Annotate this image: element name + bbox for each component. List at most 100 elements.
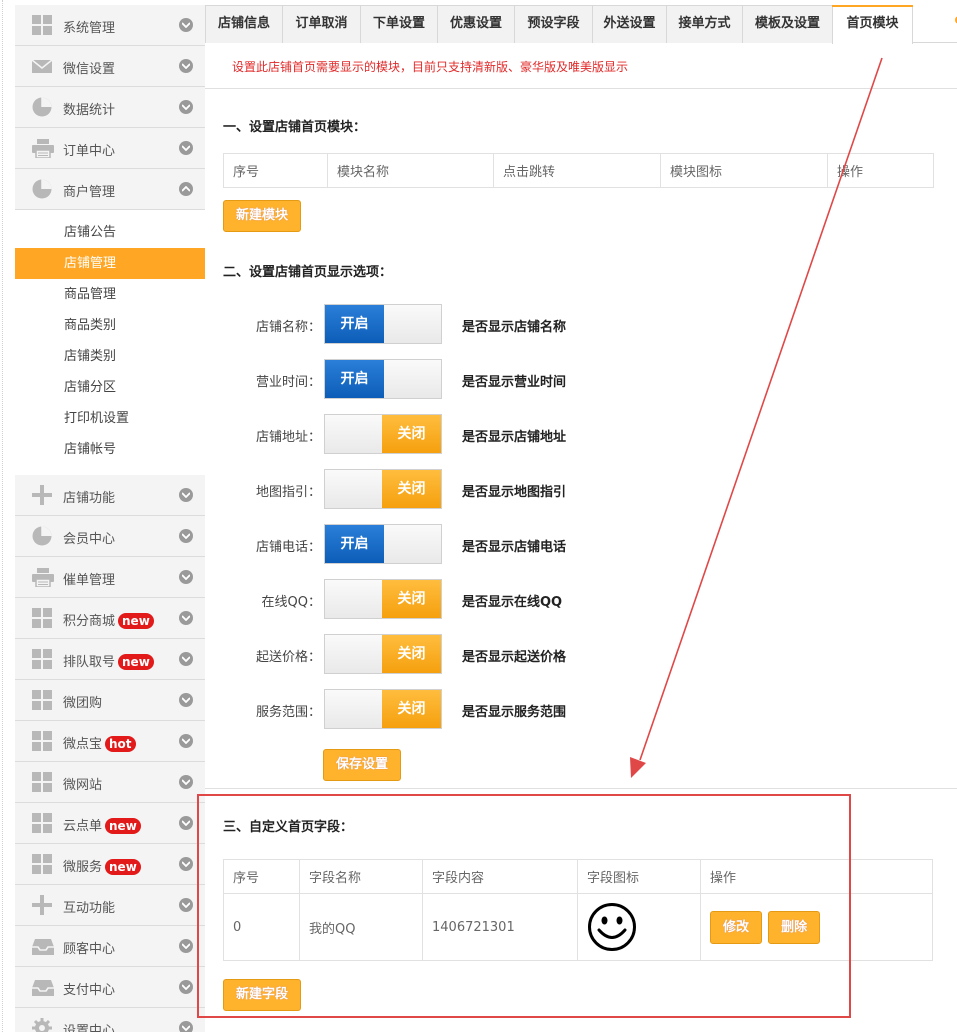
chevron-up-icon[interactable] — [179, 182, 193, 196]
submenu-item[interactable]: 店铺帐号 — [15, 434, 205, 465]
status-badge: new — [118, 654, 154, 670]
chevron-down-icon[interactable] — [179, 857, 193, 871]
section-title-display-options: 二、设置店铺首页显示选项： — [223, 265, 393, 280]
sidebar-item-text: 微服务 — [63, 860, 103, 875]
sidebar-item-text: 微点宝 — [63, 737, 103, 752]
submenu-item[interactable]: 店铺类别 — [15, 341, 205, 372]
tab[interactable]: 下单设置 — [360, 5, 438, 43]
sidebar-item-label: 系统管理 — [63, 17, 115, 36]
chevron-down-icon[interactable] — [179, 100, 193, 114]
option-row: 在线QQ： 关闭 是否显示在线QQ — [205, 579, 957, 619]
tab[interactable]: 店铺信息 — [205, 5, 283, 43]
sidebar-item[interactable]: 微团购 — [15, 680, 205, 721]
sidebar-item[interactable]: 顾客中心 — [15, 926, 205, 967]
sidebar-item-label: 排队取号 new — [63, 651, 154, 670]
sidebar-item-label: 数据统计 — [63, 99, 115, 118]
submenu-item[interactable]: 打印机设置 — [15, 403, 205, 434]
sidebar-item[interactable]: 催单管理 — [15, 557, 205, 598]
option-description: 是否显示店铺名称 — [462, 320, 567, 335]
tab[interactable]: 外送设置 — [592, 5, 667, 43]
toggle-switch[interactable]: 开启 — [324, 524, 442, 564]
submenu-item[interactable]: 商品类别 — [15, 310, 205, 341]
sidebar-item[interactable]: 数据统计 — [15, 87, 205, 128]
submenu-item[interactable]: 商品管理 — [15, 279, 205, 310]
sidebar-submenu: 店铺公告 店铺管理 商品管理 商品类别 店铺类别 店铺分区 打印机设置 店铺帐号 — [15, 217, 205, 465]
toggle-switch[interactable]: 开启 — [324, 359, 442, 399]
sidebar-item-label: 催单管理 — [63, 569, 115, 588]
chevron-down-icon[interactable] — [179, 775, 193, 789]
toggle-switch[interactable]: 开启 — [324, 304, 442, 344]
tab[interactable]: 首页模块 — [832, 5, 913, 44]
toggle-state: 开启 — [325, 360, 384, 398]
option-row: 服务范围： 关闭 是否显示服务范围 — [205, 689, 957, 729]
chevron-down-icon[interactable] — [179, 734, 193, 748]
chevron-down-icon[interactable] — [179, 1021, 193, 1032]
status-badge: new — [105, 818, 141, 834]
grid-icon — [32, 15, 52, 35]
option-label: 店铺电话： — [255, 540, 321, 555]
sidebar-item[interactable]: 互动功能 — [15, 885, 205, 926]
sidebar-item-text: 会员中心 — [63, 532, 116, 547]
envelope-icon — [31, 56, 53, 76]
tab[interactable]: 接单方式 — [666, 5, 743, 43]
sidebar-item-text: 云点单 — [63, 819, 103, 834]
chevron-down-icon[interactable] — [179, 939, 193, 953]
sidebar-item[interactable]: 云点单 new — [15, 803, 205, 844]
sidebar-item-text: 系统管理 — [63, 21, 116, 36]
toggle-state: 开启 — [325, 305, 384, 343]
toggle-switch[interactable]: 关闭 — [324, 689, 442, 729]
tab[interactable]: 预设字段 — [514, 5, 593, 43]
sidebar-item[interactable]: 微点宝 hot — [15, 721, 205, 762]
tab[interactable]: 优惠设置 — [437, 5, 515, 43]
sidebar-item-label: 顾客中心 — [63, 938, 115, 957]
chevron-down-icon[interactable] — [179, 141, 193, 155]
sidebar-item-label: 店铺功能 — [63, 487, 115, 506]
toggle-switch[interactable]: 关闭 — [324, 634, 442, 674]
sidebar-item[interactable]: 商户管理 — [15, 169, 205, 210]
tab[interactable]: 订单取消 — [282, 5, 361, 43]
chevron-down-icon[interactable] — [179, 59, 193, 73]
toggle-switch[interactable]: 关闭 — [324, 469, 442, 509]
sidebar-item[interactable]: 积分商城 new — [15, 598, 205, 639]
chevron-down-icon[interactable] — [179, 529, 193, 543]
tab[interactable]: 模板及设置 — [742, 5, 833, 43]
sidebar-item[interactable]: 微网站 — [15, 762, 205, 803]
sidebar-item[interactable]: 系统管理 — [15, 5, 205, 46]
chevron-down-icon[interactable] — [179, 570, 193, 584]
new-module-button[interactable]: 新建模块 — [223, 200, 302, 232]
column-header: 操作 — [827, 153, 934, 188]
toggle-switch[interactable]: 关闭 — [324, 579, 442, 619]
chevron-down-icon[interactable] — [179, 488, 193, 502]
sidebar-item[interactable]: 订单中心 — [15, 128, 205, 169]
sidebar-item-label: 微服务 new — [63, 856, 141, 875]
option-description: 是否显示在线QQ — [462, 595, 563, 610]
chevron-down-icon[interactable] — [179, 693, 193, 707]
sidebar-item[interactable]: 微信设置 — [15, 46, 205, 87]
sidebar-item[interactable]: 微服务 new — [15, 844, 205, 885]
column-header: 点击跳转 — [493, 153, 661, 188]
column-header: 模块名称 — [327, 153, 494, 188]
column-header: 序号 — [223, 153, 328, 188]
toggle-state: 关闭 — [382, 415, 441, 453]
sidebar-item[interactable]: 设置中心 — [15, 1008, 205, 1032]
submenu-item[interactable]: 店铺公告 — [15, 217, 205, 248]
submenu-item[interactable]: 店铺管理 — [15, 248, 205, 279]
option-row: 起送价格： 关闭 是否显示起送价格 — [205, 634, 957, 674]
sidebar-item-text: 顾客中心 — [63, 942, 116, 957]
chevron-down-icon[interactable] — [179, 898, 193, 912]
plus-icon — [32, 895, 52, 915]
sidebar-item-text: 排队取号 — [63, 655, 116, 670]
toggle-switch[interactable]: 关闭 — [324, 414, 442, 454]
sidebar-item[interactable]: 支付中心 — [15, 967, 205, 1008]
submenu-item[interactable]: 店铺分区 — [15, 372, 205, 403]
chevron-down-icon[interactable] — [179, 816, 193, 830]
main-content: 设置此店铺首页需要显示的模块，目前只支持清新版、豪华版及唯美版显示 一、设置店铺… — [197, 44, 957, 1032]
sidebar-item[interactable]: 会员中心 — [15, 516, 205, 557]
chevron-down-icon[interactable] — [179, 980, 193, 994]
chevron-down-icon[interactable] — [179, 18, 193, 32]
sidebar-item[interactable]: 店铺功能 — [15, 475, 205, 516]
chevron-down-icon[interactable] — [179, 652, 193, 666]
sidebar-item[interactable]: 排队取号 new — [15, 639, 205, 680]
chevron-down-icon[interactable] — [179, 611, 193, 625]
save-settings-button[interactable]: 保存设置 — [323, 749, 402, 781]
